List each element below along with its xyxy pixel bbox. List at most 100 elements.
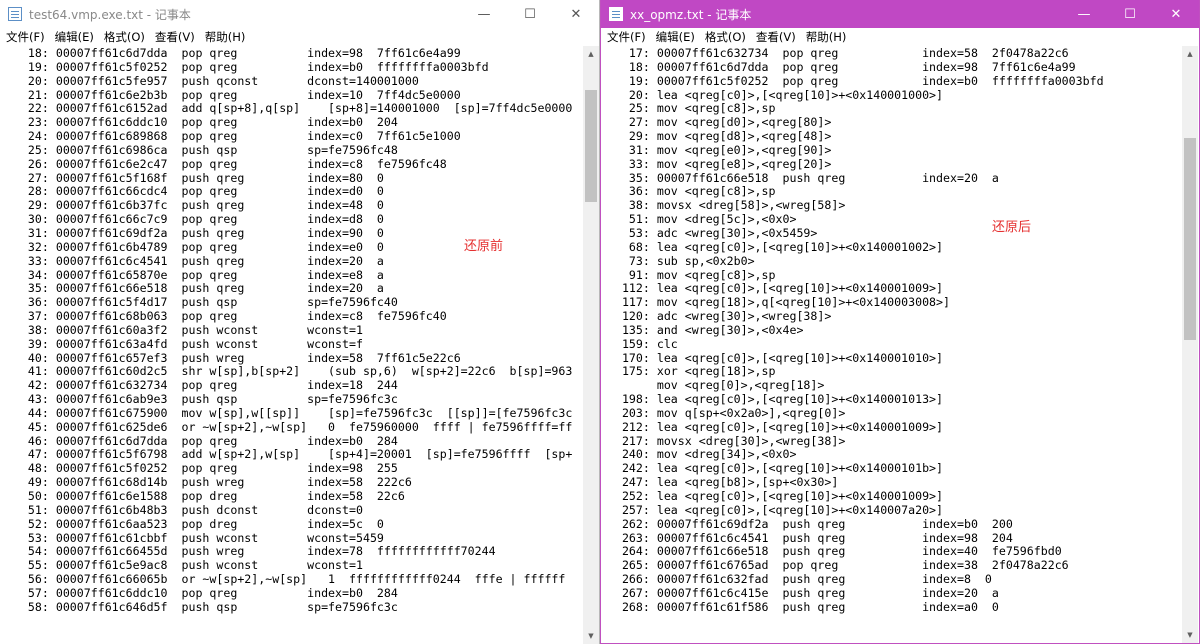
text-line: 45: 00007ff61c625de6 or ~w[sp+2],~w[sp] … xyxy=(0,420,573,434)
text-line: 31: mov <qreg[e0]>,<qreg[90]> xyxy=(601,143,832,157)
text-line: 252: lea <qreg[c0]>,[<qreg[10]>+<0x14000… xyxy=(601,490,944,503)
text-line: 198: lea <qreg[c0]>,[<qreg[10]>+<0x14000… xyxy=(601,393,944,407)
minimize-icon[interactable]: — xyxy=(1061,0,1107,28)
menu-help[interactable]: 帮助(H) xyxy=(801,29,852,45)
text-line: 39: 00007ff61c63a4fd push wconst wconst=… xyxy=(0,337,363,351)
text-line: 24: 00007ff61c689868 pop qreg index=c0 7… xyxy=(0,130,461,144)
text-line: 263: 00007ff61c6c4541 push qreg index=98… xyxy=(601,531,1013,545)
vertical-scrollbar[interactable]: ▲ ▼ xyxy=(583,46,599,644)
text-line: 36: 00007ff61c5f4d17 push qsp sp=fe7596f… xyxy=(0,296,398,310)
notepad-icon xyxy=(8,7,22,21)
text-line: 48: 00007ff61c5f0252 pop qreg index=98 2… xyxy=(0,462,398,476)
text-line: 18: 00007ff61c6d7dda pop qreg index=98 7… xyxy=(0,47,461,60)
scroll-down-icon[interactable]: ▼ xyxy=(583,628,599,644)
text-line: 29: mov <qreg[d8]>,<qreg[48]> xyxy=(601,130,832,144)
menu-file[interactable]: 文件(F) xyxy=(0,29,50,45)
title-bar[interactable]: test64.vmp.exe.txt - 记事本 — ☐ ✕ xyxy=(0,0,599,28)
text-line: 21: 00007ff61c6e2b3b pop qreg index=10 7… xyxy=(0,88,461,102)
text-line: 19: 00007ff61c5f0252 pop qreg index=b0 f… xyxy=(601,74,1104,88)
text-line: 257: lea <qreg[c0]>,[<qreg[10]>+<0x14000… xyxy=(601,503,944,517)
notepad-icon xyxy=(609,7,623,21)
text-line: 17: 00007ff61c632734 pop qreg index=58 2… xyxy=(601,47,1069,60)
text-line: 267: 00007ff61c6c415e push qreg index=20… xyxy=(601,586,999,600)
text-line: 53: adc <wreg[30]>,<0x5459> xyxy=(601,226,818,240)
text-line: 33: mov <qreg[e8]>,<qreg[20]> xyxy=(601,157,832,171)
text-line: 44: 00007ff61c675900 mov w[sp],w[[sp]] [… xyxy=(0,406,573,420)
maximize-icon[interactable]: ☐ xyxy=(507,0,553,28)
text-line: 57: 00007ff61c6ddc10 pop qreg index=b0 2… xyxy=(0,586,398,600)
close-icon[interactable]: ✕ xyxy=(1153,0,1199,28)
text-line: 68: lea <qreg[c0]>,[<qreg[10]>+<0x140001… xyxy=(601,240,944,254)
annotation-before: 还原前 xyxy=(464,239,504,254)
text-line: 25: 00007ff61c6986ca push qsp sp=fe7596f… xyxy=(0,143,398,157)
text-line: 22: 00007ff61c6152ad add q[sp+8],q[sp] [… xyxy=(0,102,573,116)
text-line: 43: 00007ff61c6ab9e3 push qsp sp=fe7596f… xyxy=(0,393,398,407)
text-line: 38: movsx <dreg[58]>,<wreg[58]> xyxy=(601,199,846,213)
text-line: 247: lea <qreg[b8]>,[sp+<0x30>] xyxy=(601,476,839,490)
text-line: 18: 00007ff61c6d7dda pop qreg index=98 7… xyxy=(601,60,1076,74)
text-line: 49: 00007ff61c68d14b push wreg index=58 … xyxy=(0,476,412,490)
text-editor[interactable]: 17: 00007ff61c632734 pop qreg index=58 2… xyxy=(601,46,1182,643)
text-line: 264: 00007ff61c66e518 push qreg index=40… xyxy=(601,545,1062,559)
text-line: 46: 00007ff61c6d7dda pop qreg index=b0 2… xyxy=(0,434,398,448)
text-line: 36: mov <qreg[c8]>,sp xyxy=(601,185,776,199)
text-line: 117: mov <qreg[18]>,q[<qreg[10]>+<0x1400… xyxy=(601,296,951,310)
scrollbar-thumb[interactable] xyxy=(585,90,597,202)
menu-format[interactable]: 格式(O) xyxy=(99,29,150,45)
text-line: 42: 00007ff61c632734 pop qreg index=18 2… xyxy=(0,379,398,393)
notepad-window-right[interactable]: xx_opmz.txt - 记事本 — ☐ ✕ 文件(F) 编辑(E) 格式(O… xyxy=(600,0,1200,644)
scrollbar-thumb[interactable] xyxy=(1184,138,1196,340)
menu-help[interactable]: 帮助(H) xyxy=(200,29,251,45)
close-icon[interactable]: ✕ xyxy=(553,0,599,28)
menu-view[interactable]: 查看(V) xyxy=(751,29,801,45)
window-title: xx_opmz.txt - 记事本 xyxy=(630,7,752,22)
text-line: 56: 00007ff61c66065b or ~w[sp+2],~w[sp] … xyxy=(0,573,566,587)
text-line: mov <qreg[0]>,<qreg[18]> xyxy=(601,379,825,393)
text-line: 262: 00007ff61c69df2a push qreg index=b0… xyxy=(601,517,1013,531)
annotation-after: 还原后 xyxy=(992,220,1032,235)
minimize-icon[interactable]: — xyxy=(461,0,507,28)
text-line: 73: sub sp,<0x2b0> xyxy=(601,254,755,268)
maximize-icon[interactable]: ☐ xyxy=(1107,0,1153,28)
text-line: 27: mov <qreg[d0]>,<qreg[80]> xyxy=(601,116,832,130)
text-lines: 17: 00007ff61c632734 pop qreg index=58 2… xyxy=(601,46,1182,615)
text-line: 170: lea <qreg[c0]>,[<qreg[10]>+<0x14000… xyxy=(601,351,944,365)
text-line: 159: clc xyxy=(601,337,678,351)
text-line: 268: 00007ff61c61f586 push qreg index=a0… xyxy=(601,600,999,614)
menu-file[interactable]: 文件(F) xyxy=(601,29,651,45)
text-line: 38: 00007ff61c60a3f2 push wconst wconst=… xyxy=(0,323,363,337)
vertical-scrollbar[interactable]: ▲ ▼ xyxy=(1182,46,1198,643)
menu-view[interactable]: 查看(V) xyxy=(150,29,200,45)
text-line: 212: lea <qreg[c0]>,[<qreg[10]>+<0x14000… xyxy=(601,420,944,434)
scroll-down-icon[interactable]: ▼ xyxy=(1182,627,1198,643)
menu-format[interactable]: 格式(O) xyxy=(700,29,751,45)
text-line: 53: 00007ff61c61cbbf push wconst wconst=… xyxy=(0,531,384,545)
text-line: 26: 00007ff61c6e2c47 pop qreg index=c8 f… xyxy=(0,157,447,171)
notepad-window-left[interactable]: test64.vmp.exe.txt - 记事本 — ☐ ✕ 文件(F) 编辑(… xyxy=(0,0,600,644)
text-line: 242: lea <qreg[c0]>,[<qreg[10]>+<0x14000… xyxy=(601,462,944,476)
text-editor[interactable]: 18: 00007ff61c6d7dda pop qreg index=98 7… xyxy=(0,46,583,644)
menu-bar: 文件(F) 编辑(E) 格式(O) 查看(V) 帮助(H) xyxy=(0,28,599,46)
text-line: 40: 00007ff61c657ef3 push wreg index=58 … xyxy=(0,351,461,365)
text-line: 51: 00007ff61c6b48b3 push dconst dconst=… xyxy=(0,503,363,517)
text-line: 30: 00007ff61c66c7c9 pop qreg index=d8 0 xyxy=(0,213,384,227)
text-line: 34: 00007ff61c65870e pop qreg index=e8 a xyxy=(0,268,384,282)
text-line: 203: mov q[sp+<0x2a0>],<qreg[0]> xyxy=(601,406,846,420)
text-line: 35: 00007ff61c66e518 push qreg index=20 … xyxy=(0,282,384,296)
text-line: 29: 00007ff61c6b37fc push qreg index=48 … xyxy=(0,199,384,213)
text-line: 52: 00007ff61c6aa523 pop dreg index=5c 0 xyxy=(0,517,384,531)
text-line: 35: 00007ff61c66e518 push qreg index=20 … xyxy=(601,171,999,185)
text-line: 58: 00007ff61c646d5f push qsp sp=fe7596f… xyxy=(0,600,398,614)
text-line: 240: mov <dreg[34]>,<0x0> xyxy=(601,448,797,462)
menu-bar: 文件(F) 编辑(E) 格式(O) 查看(V) 帮助(H) xyxy=(601,28,1199,46)
title-bar[interactable]: xx_opmz.txt - 记事本 — ☐ ✕ xyxy=(601,0,1199,28)
text-line: 266: 00007ff61c632fad push qreg index=8 … xyxy=(601,573,992,587)
text-line: 54: 00007ff61c66455d push wreg index=78 … xyxy=(0,545,496,559)
text-lines: 18: 00007ff61c6d7dda pop qreg index=98 7… xyxy=(0,46,583,615)
text-line: 47: 00007ff61c5f6798 add w[sp+2],w[sp] [… xyxy=(0,448,573,462)
text-line: 135: and <wreg[30]>,<0x4e> xyxy=(601,323,804,337)
menu-edit[interactable]: 编辑(E) xyxy=(50,29,99,45)
menu-edit[interactable]: 编辑(E) xyxy=(651,29,700,45)
scroll-up-icon[interactable]: ▲ xyxy=(1182,46,1198,62)
scroll-up-icon[interactable]: ▲ xyxy=(583,46,599,62)
